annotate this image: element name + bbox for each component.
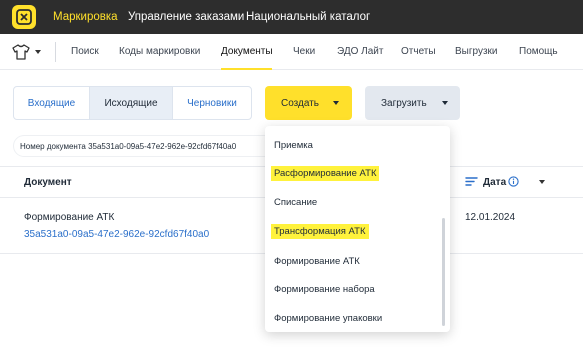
info-icon[interactable]	[508, 176, 519, 187]
menu-item-writeoff[interactable]: Списание	[274, 197, 317, 208]
create-button[interactable]: Создать	[265, 86, 352, 120]
tab-drafts[interactable]: Черновики	[172, 86, 252, 120]
menu-item-atk-disband[interactable]: Расформирование АТК	[271, 166, 380, 181]
filter-chip-label: Номер документа 35a531a0-09a5-47e2-962e-…	[20, 141, 237, 151]
subnav-marking-codes[interactable]: Коды маркировки	[119, 46, 200, 57]
logo-icon[interactable]	[12, 5, 36, 29]
tab-outgoing[interactable]: Исходящие	[90, 86, 172, 120]
menu-item-pack-form[interactable]: Формирование упаковки	[274, 313, 382, 324]
create-button-label: Создать	[281, 97, 320, 109]
upload-button[interactable]: Загрузить	[365, 86, 460, 120]
create-dropdown-menu: Приемка Расформирование АТК Списание Тра…	[265, 126, 450, 332]
menu-item-atk-form[interactable]: Формирование АТК	[274, 256, 360, 267]
column-document[interactable]: Документ	[24, 177, 72, 188]
filter-chip[interactable]: Номер документа 35a531a0-09a5-47e2-962e-…	[14, 136, 274, 156]
subnav-reports[interactable]: Отчеты	[401, 46, 436, 57]
tshirt-icon[interactable]	[12, 44, 30, 60]
subnav-exports[interactable]: Выгрузки	[455, 46, 498, 57]
subnav-edo-lite[interactable]: ЭДО Лайт	[337, 46, 383, 57]
menu-scrollbar[interactable]	[442, 218, 445, 326]
subnav-documents[interactable]: Документы	[221, 46, 273, 57]
column-date[interactable]: Дата	[483, 177, 506, 188]
chevron-down-icon	[442, 101, 448, 105]
nav-markirovka[interactable]: Маркировка	[53, 0, 118, 34]
chevron-down-icon[interactable]	[539, 180, 545, 184]
divider	[55, 42, 56, 62]
document-id-link[interactable]: 35a531a0-09a5-47e2-962e-92cfd67f40a0	[24, 229, 209, 240]
subnav-receipts[interactable]: Чеки	[293, 46, 315, 57]
tab-incoming[interactable]: Входящие	[13, 86, 90, 120]
nav-order-management[interactable]: Управление заказами	[128, 0, 244, 34]
subnav-search[interactable]: Поиск	[71, 46, 99, 57]
document-date: 12.01.2024	[465, 212, 516, 223]
menu-item-set-form[interactable]: Формирование набора	[274, 284, 375, 295]
menu-item-priemka[interactable]: Приемка	[274, 140, 313, 151]
chevron-down-icon[interactable]	[35, 50, 41, 54]
subnav-help[interactable]: Помощь	[519, 46, 558, 57]
sort-icon[interactable]	[465, 176, 478, 187]
nav-national-catalog[interactable]: Национальный каталог	[246, 0, 370, 34]
chevron-down-icon	[333, 101, 339, 105]
active-tab-underline	[221, 68, 272, 70]
upload-button-label: Загрузить	[381, 97, 427, 109]
document-title: Формирование АТК	[24, 212, 115, 223]
direction-tabs: Входящие Исходящие Черновики	[13, 86, 252, 120]
menu-item-atk-transform[interactable]: Трансформация АТК	[271, 224, 369, 239]
